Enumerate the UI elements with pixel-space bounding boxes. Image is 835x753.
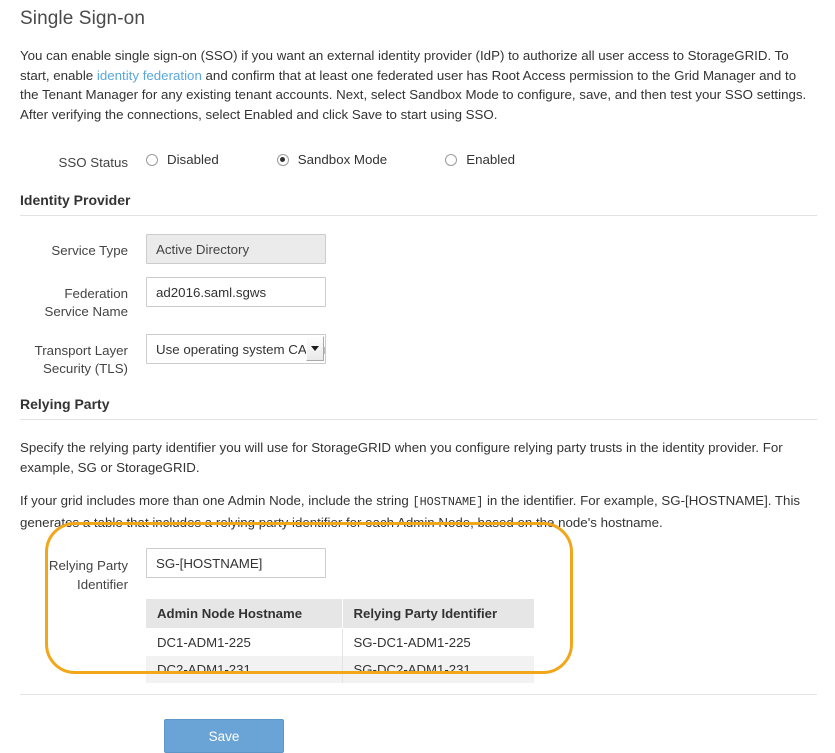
rp-para2-hostname-token: [HOSTNAME] xyxy=(412,495,483,509)
service-type-input xyxy=(146,234,326,264)
identity-provider-body: Service Type Federation Service Name Tra… xyxy=(20,216,817,378)
column-header-admin-node-hostname: Admin Node Hostname xyxy=(146,599,342,629)
relying-party-heading: Relying Party xyxy=(20,396,817,420)
federation-service-name-input[interactable] xyxy=(146,277,326,307)
radio-sso-enabled[interactable]: Enabled xyxy=(445,152,515,167)
federation-service-name-row: Federation Service Name xyxy=(20,277,817,321)
relying-party-identifier-area: Relying Party Identifier Admin Node Host… xyxy=(20,546,817,683)
identity-federation-link[interactable]: identity federation xyxy=(97,68,202,83)
table-row: DC1-ADM1-225 SG-DC1-ADM1-225 xyxy=(146,629,534,657)
table-header-row: Admin Node Hostname Relying Party Identi… xyxy=(146,599,534,629)
relying-party-paragraph-2: If your grid includes more than one Admi… xyxy=(20,491,817,532)
federation-service-name-label: Federation Service Name xyxy=(20,277,146,321)
column-header-relying-party-identifier: Relying Party Identifier xyxy=(342,599,534,629)
relying-party-identifier-input[interactable] xyxy=(146,548,326,578)
radio-label-sandbox-mode: Sandbox Mode xyxy=(298,152,387,167)
relying-party-table: Admin Node Hostname Relying Party Identi… xyxy=(146,599,534,683)
tls-select[interactable]: Use operating system CA certificate xyxy=(146,334,326,364)
sso-status-label: SSO Status xyxy=(20,146,146,172)
intro-paragraph: You can enable single sign-on (SSO) if y… xyxy=(20,46,817,124)
relying-party-paragraph-1: Specify the relying party identifier you… xyxy=(20,438,817,477)
radio-label-disabled: Disabled xyxy=(167,152,219,167)
identity-provider-heading: Identity Provider xyxy=(20,192,817,216)
cell-hostname: DC1-ADM1-225 xyxy=(146,629,342,657)
table-row: DC2-ADM1-231 SG-DC2-ADM1-231 xyxy=(146,656,534,683)
tls-label: Transport Layer Security (TLS) xyxy=(20,334,146,378)
radio-circle-selected-icon xyxy=(277,154,289,166)
sso-status-row: SSO Status Disabled Sandbox Mode Enabled xyxy=(20,146,817,172)
relying-party-identifier-right: Admin Node Hostname Relying Party Identi… xyxy=(146,548,534,683)
radio-circle-icon xyxy=(445,154,457,166)
relying-party-identifier-label: Relying Party Identifier xyxy=(20,548,146,594)
cell-hostname: DC2-ADM1-231 xyxy=(146,656,342,683)
relying-party-body: Specify the relying party identifier you… xyxy=(20,420,817,683)
page-title: Single Sign-on xyxy=(20,8,817,30)
sso-status-radio-group: Disabled Sandbox Mode Enabled xyxy=(146,146,515,167)
radio-sso-disabled[interactable]: Disabled xyxy=(146,152,219,167)
save-button[interactable]: Save xyxy=(164,719,284,753)
tls-select-value: Use operating system CA certificate xyxy=(146,334,326,364)
cell-identifier: SG-DC1-ADM1-225 xyxy=(342,629,534,657)
rp-para2-text-a: If your grid includes more than one Admi… xyxy=(20,493,412,508)
footer-actions: Save xyxy=(20,695,817,753)
chevron-down-icon[interactable] xyxy=(306,336,324,361)
radio-circle-icon xyxy=(146,154,158,166)
service-type-label: Service Type xyxy=(20,234,146,260)
cell-identifier: SG-DC2-ADM1-231 xyxy=(342,656,534,683)
radio-sso-sandbox-mode[interactable]: Sandbox Mode xyxy=(277,152,387,167)
tls-row: Transport Layer Security (TLS) Use opera… xyxy=(20,334,817,378)
radio-label-enabled: Enabled xyxy=(466,152,515,167)
service-type-row: Service Type xyxy=(20,234,817,264)
sso-settings-page: Single Sign-on You can enable single sig… xyxy=(0,8,835,753)
